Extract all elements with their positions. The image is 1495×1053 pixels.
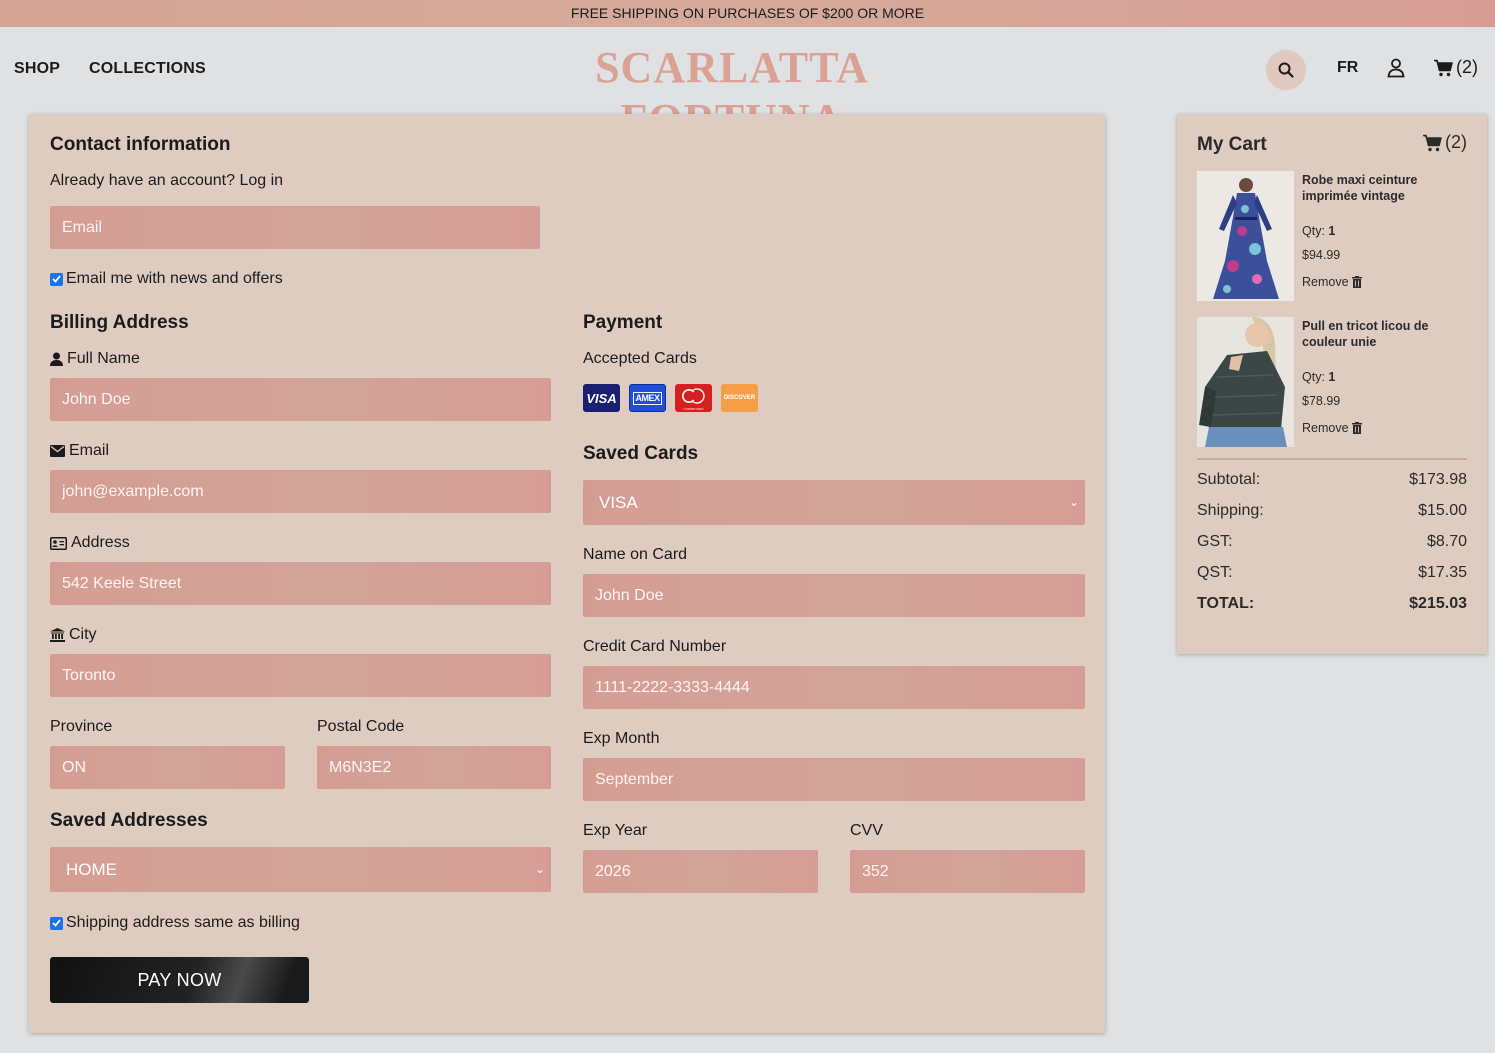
- exp-month-input[interactable]: September: [583, 758, 1085, 801]
- cart-item-name[interactable]: Pull en tricot licou de couleur unie: [1302, 318, 1462, 350]
- billing-email-input[interactable]: john@example.com: [50, 470, 551, 513]
- nav-shop-link[interactable]: SHOP: [14, 60, 60, 78]
- cart-panel-count: (2): [1423, 132, 1467, 153]
- cart-item-qty: Qty: 1: [1302, 370, 1336, 384]
- saved-cards-title: Saved Cards: [583, 443, 699, 464]
- chevron-down-icon: ⌄: [534, 862, 545, 876]
- cart-item-name[interactable]: Robe maxi ceinture imprimée vintage: [1302, 172, 1462, 204]
- province-input[interactable]: ON: [50, 746, 285, 789]
- billing-email-label: Email: [50, 442, 109, 460]
- trash-icon: [1351, 422, 1362, 434]
- province-label: Province: [50, 718, 113, 735]
- nav-collections-link[interactable]: COLLECTIONS: [89, 60, 206, 78]
- news-checkbox[interactable]: [50, 272, 63, 286]
- same-address-checkbox[interactable]: [50, 916, 63, 930]
- payment-title: Payment: [583, 312, 663, 333]
- exp-month-label: Exp Month: [583, 730, 660, 747]
- user-icon[interactable]: [1387, 58, 1405, 78]
- contact-title: Contact information: [50, 134, 231, 155]
- saved-cards-select[interactable]: VISA ⌄: [583, 480, 1085, 525]
- accepted-cards-label: Accepted Cards: [583, 350, 697, 367]
- remove-item-button[interactable]: Remove: [1302, 275, 1362, 289]
- exp-year-input[interactable]: 2026: [583, 850, 818, 893]
- news-checkbox-row[interactable]: Email me with news and offers: [50, 270, 283, 288]
- institution-icon: [50, 628, 65, 642]
- user-solid-icon: [50, 352, 63, 366]
- checkout-form-panel: Contact information Already have an acco…: [29, 114, 1105, 1033]
- card-number-label: Credit Card Number: [583, 638, 727, 655]
- news-checkbox-label: Email me with news and offers: [66, 270, 283, 287]
- promo-banner: FREE SHIPPING ON PURCHASES OF $200 OR MO…: [0, 0, 1495, 27]
- cart-divider: [1197, 458, 1467, 460]
- cart-item-price: $94.99: [1302, 248, 1341, 262]
- remove-item-button[interactable]: Remove: [1302, 421, 1362, 435]
- saved-addresses-title: Saved Addresses: [50, 810, 208, 831]
- checkmark-icon: [52, 919, 61, 927]
- amex-card-icon: AMEX: [629, 384, 666, 412]
- address-input[interactable]: 542 Keele Street: [50, 562, 551, 605]
- cart-item-qty: Qty: 1: [1302, 224, 1336, 238]
- same-address-label: Shipping address same as billing: [66, 914, 300, 931]
- cart-panel: My Cart (2) Robe maxi ceinture imprimée …: [1177, 114, 1487, 654]
- header-cart-button[interactable]: (2): [1434, 57, 1478, 78]
- chevron-down-icon: ⌄: [1068, 495, 1079, 509]
- search-button[interactable]: [1266, 50, 1306, 90]
- cart-icon: [1423, 134, 1442, 151]
- city-input[interactable]: Toronto: [50, 654, 551, 697]
- subtotal-row: Subtotal: $173.98: [1197, 471, 1467, 488]
- address-label: Address: [50, 534, 130, 552]
- saved-addresses-select[interactable]: HOME ⌄: [50, 847, 551, 892]
- city-label: City: [50, 626, 97, 644]
- cart-icon: [1434, 59, 1453, 76]
- qst-row: QST: $17.35: [1197, 564, 1467, 581]
- mastercard-card-icon: mastercard: [675, 384, 712, 412]
- card-number-input[interactable]: 1111-2222-3333-4444: [583, 666, 1085, 709]
- name-on-card-label: Name on Card: [583, 546, 688, 563]
- address-card-icon: [50, 536, 67, 550]
- full-name-input[interactable]: John Doe: [50, 378, 551, 421]
- exp-year-label: Exp Year: [583, 822, 648, 839]
- contact-email-input[interactable]: Email: [50, 206, 540, 249]
- billing-title: Billing Address: [50, 312, 189, 333]
- gst-row: GST: $8.70: [1197, 533, 1467, 550]
- login-prompt-link[interactable]: Already have an account? Log in: [50, 172, 283, 190]
- language-toggle[interactable]: FR: [1337, 59, 1358, 77]
- product-image[interactable]: [1197, 171, 1294, 301]
- cart-title: My Cart: [1197, 134, 1267, 155]
- shipping-row: Shipping: $15.00: [1197, 502, 1467, 519]
- postal-input[interactable]: M6N3E2: [317, 746, 551, 789]
- same-address-checkbox-row[interactable]: Shipping address same as billing: [50, 914, 300, 932]
- cvv-label: CVV: [850, 822, 883, 839]
- envelope-icon: [50, 445, 65, 457]
- product-image[interactable]: [1197, 317, 1294, 447]
- postal-label: Postal Code: [317, 718, 405, 735]
- full-name-label: Full Name: [50, 350, 140, 368]
- saved-address-value: HOME: [66, 860, 117, 879]
- search-icon: [1278, 62, 1294, 78]
- saved-card-value: VISA: [599, 493, 638, 512]
- total-row: TOTAL: $215.03: [1197, 595, 1467, 612]
- pay-now-button[interactable]: PAY NOW: [50, 957, 309, 1003]
- visa-card-icon: VISA: [583, 384, 620, 412]
- cvv-input[interactable]: 352: [850, 850, 1085, 893]
- cart-item-price: $78.99: [1302, 394, 1341, 408]
- trash-icon: [1351, 276, 1362, 288]
- checkmark-icon: [52, 275, 61, 283]
- name-on-card-input[interactable]: John Doe: [583, 574, 1085, 617]
- header-cart-count: (2): [1456, 57, 1478, 77]
- discover-card-icon: DISCOVER: [721, 384, 758, 412]
